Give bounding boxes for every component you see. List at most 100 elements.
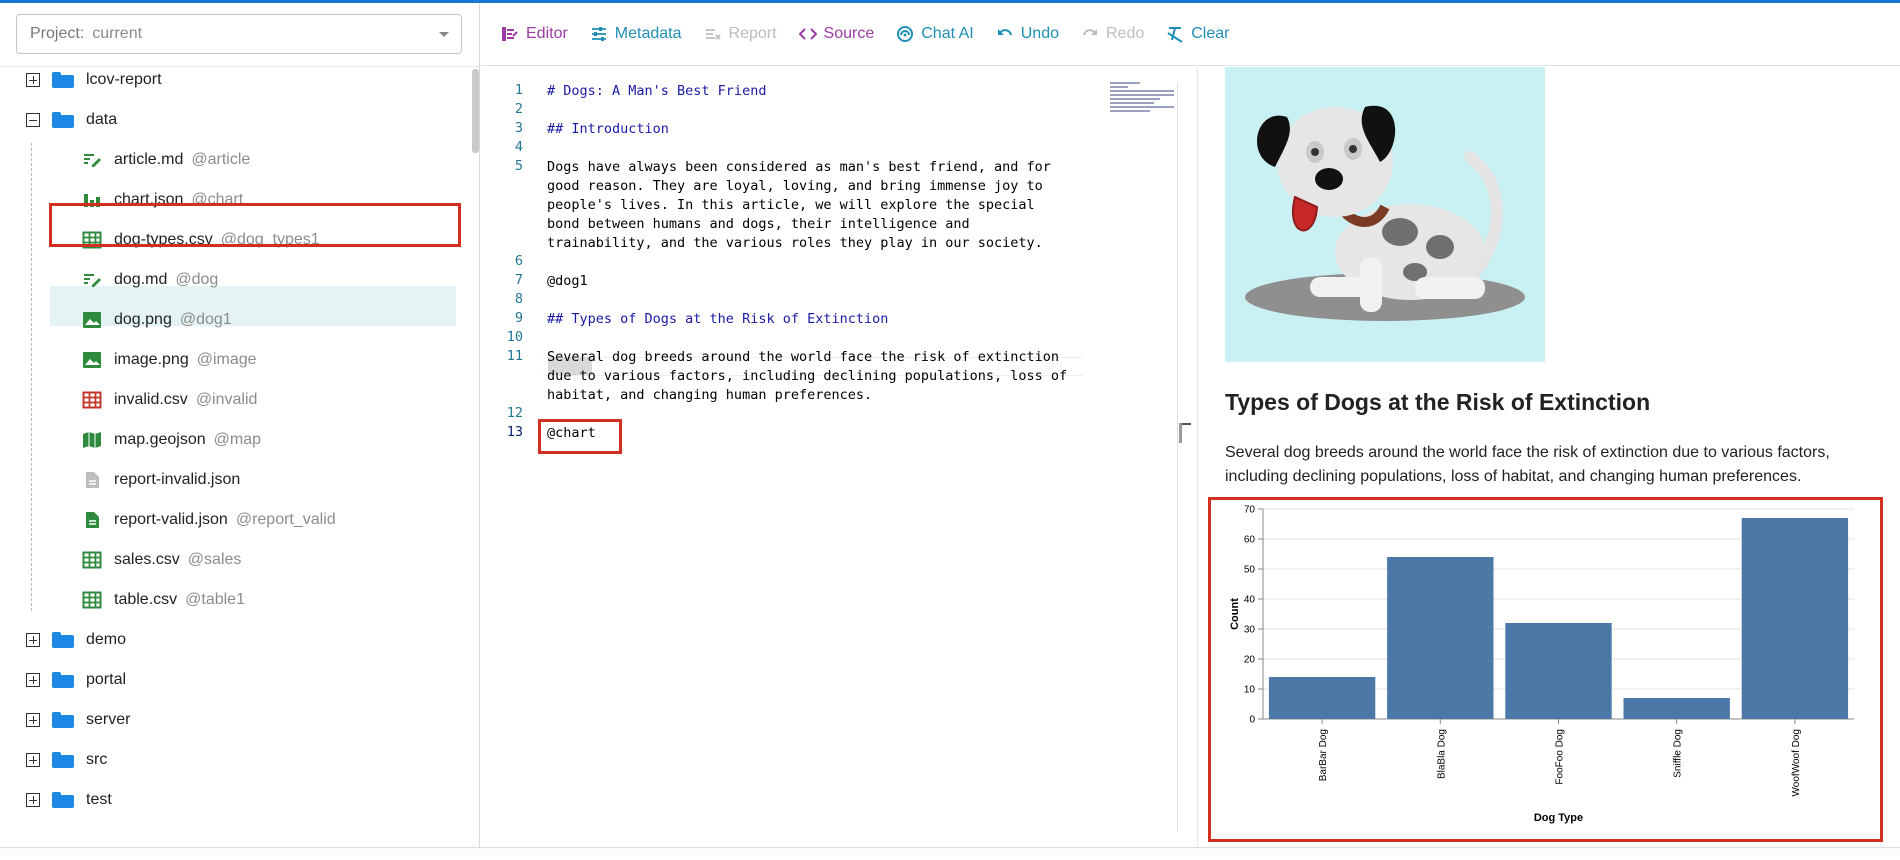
y-tick-label: 50 <box>1244 565 1256 576</box>
code-icon <box>798 25 817 43</box>
editor-button[interactable]: Editor <box>501 25 568 43</box>
x-axis-title: Dog Type <box>1534 812 1583 824</box>
chat-ai-button[interactable]: Chat AI <box>896 25 974 43</box>
editor-scroll-thumb[interactable] <box>1179 423 1182 443</box>
clear-label: Clear <box>1191 25 1230 42</box>
y-tick-label: 30 <box>1244 625 1256 636</box>
sidebar-scrollbar[interactable] <box>472 69 479 153</box>
expand-icon[interactable] <box>26 713 40 727</box>
folder-icon <box>52 632 74 648</box>
tree-item-label: image.png <box>114 351 189 368</box>
clear-button[interactable]: Clear <box>1166 25 1229 43</box>
x-tick-label: BlaBla Dog <box>1436 729 1447 779</box>
code-line: @dog1 <box>547 273 588 289</box>
line-number: 8 <box>514 291 523 307</box>
project-value: current <box>92 25 143 42</box>
bar-barbar-dog <box>1268 677 1376 719</box>
expand-icon[interactable] <box>26 793 40 807</box>
expand-icon[interactable] <box>26 753 40 767</box>
y-tick-label: 0 <box>1249 715 1255 726</box>
tree-folder-src[interactable]: src <box>26 740 107 780</box>
folder-icon <box>52 792 74 808</box>
tree-item-alias: @table1 <box>185 591 245 608</box>
pane-divider[interactable] <box>1197 67 1198 847</box>
line-number: 9 <box>514 310 523 326</box>
tree-item-alias: @dog1 <box>179 311 232 328</box>
report-icon <box>704 25 722 43</box>
tree-folder-data[interactable]: data <box>26 100 117 140</box>
source-button[interactable]: Source <box>798 25 874 43</box>
document-icon <box>82 471 102 489</box>
redo-label: Redo <box>1105 25 1145 42</box>
tree-file-dog.png[interactable]: dog.png @dog1 <box>82 300 232 340</box>
y-tick-label: 20 <box>1244 655 1256 666</box>
code-line: ## Types of Dogs at the Risk of Extincti… <box>547 311 889 327</box>
collapse-icon[interactable] <box>26 113 40 127</box>
tree-file-map.geojson[interactable]: map.geojson @map <box>82 420 261 460</box>
table-icon <box>82 551 102 569</box>
tree-item-label: server <box>86 711 131 728</box>
table-icon <box>82 591 102 609</box>
metadata-label: Metadata <box>614 25 682 42</box>
x-tick-label: FooFoo Dog <box>1555 729 1566 785</box>
tree-folder-portal[interactable]: portal <box>26 660 126 700</box>
tree-file-table.csv[interactable]: table.csv @table1 <box>82 580 245 620</box>
tree-guide-line <box>31 143 32 611</box>
folder-icon <box>52 672 74 688</box>
table-icon <box>82 231 102 249</box>
x-tick-label: Sniffle Dog <box>1673 729 1684 778</box>
markdown-preview: Types of Dogs at the Risk of Extinction … <box>1208 67 1900 855</box>
tree-file-image.png[interactable]: image.png @image <box>82 340 257 380</box>
tree-item-label: map.geojson <box>114 431 206 448</box>
tree-folder-test[interactable]: test <box>26 780 112 820</box>
chart-svg: 0 10 20 30 40 50 60 70 BarBar Dog BlaBla Dog FooFo… <box>1229 505 1854 824</box>
tree-item-label: dog-types.csv <box>114 231 213 248</box>
markdown-editor[interactable]: 1 # Dogs: A Man's Best Friend 2 3 ## Introdu… <box>481 67 1178 837</box>
tree-folder-lcov-report[interactable]: lcov-report <box>26 60 162 100</box>
expand-icon[interactable] <box>26 673 40 687</box>
tree-file-sales.csv[interactable]: sales.csv @sales <box>82 540 241 580</box>
report-button[interactable]: Report <box>704 25 777 43</box>
folder-icon <box>52 712 74 728</box>
undo-button[interactable]: Undo <box>996 25 1059 43</box>
tree-file-dog.md[interactable]: dog.md @dog <box>82 260 218 300</box>
expand-icon[interactable] <box>26 73 40 87</box>
tree-folder-server[interactable]: server <box>26 700 130 740</box>
expand-icon[interactable] <box>26 633 40 647</box>
x-tick-label: BarBar Dog <box>1318 729 1329 781</box>
line-number: 3 <box>514 120 523 136</box>
folder-icon <box>52 752 74 768</box>
code-line: # Dogs: A Man's Best Friend <box>547 83 767 99</box>
folder-icon <box>52 112 74 128</box>
redo-button[interactable]: Redo <box>1081 25 1144 43</box>
chart-icon <box>82 191 102 209</box>
code-line: @chart <box>547 425 596 441</box>
tree-file-invalid.csv[interactable]: invalid.csv @invalid <box>82 380 257 420</box>
bar-woofwoof-dog <box>1741 518 1849 719</box>
dog-image <box>1225 67 1545 362</box>
tree-file-chart.json[interactable]: chart.json @chart <box>82 180 243 220</box>
tree-file-article.md[interactable]: article.md @article <box>82 140 250 180</box>
tree-item-label: report-valid.json <box>114 511 228 528</box>
report-label: Report <box>728 25 777 42</box>
editor-label: Editor <box>526 25 568 42</box>
line-number: 2 <box>514 101 523 117</box>
line-number: 1 <box>514 82 523 98</box>
preview-paragraph: Several dog breeds around the world face… <box>1225 444 1830 485</box>
tree-file-dog-types.csv[interactable]: dog-types.csv @dog_types1 <box>82 220 320 260</box>
tree-folder-demo[interactable]: demo <box>26 620 126 660</box>
image-icon <box>82 311 102 329</box>
metadata-button[interactable]: Metadata <box>590 25 682 43</box>
preview-heading: Types of Dogs at the Risk of Extinction <box>1225 389 1651 415</box>
editor-minimap[interactable] <box>1110 82 1176 122</box>
tree-file-report-valid.json[interactable]: report-valid.json @report_valid <box>82 500 336 540</box>
tree-item-label: test <box>86 791 112 808</box>
chevron-down-icon <box>439 32 449 37</box>
x-tick-label: WoofWoof Dog <box>1791 729 1802 796</box>
map-icon <box>82 431 102 449</box>
document-icon <box>82 511 102 529</box>
code-line: ## Introduction <box>547 121 669 137</box>
project-select[interactable]: Project: current <box>16 14 462 54</box>
tree-item-label: article.md <box>114 151 184 168</box>
tree-file-report-invalid.json[interactable]: report-invalid.json <box>82 460 240 500</box>
